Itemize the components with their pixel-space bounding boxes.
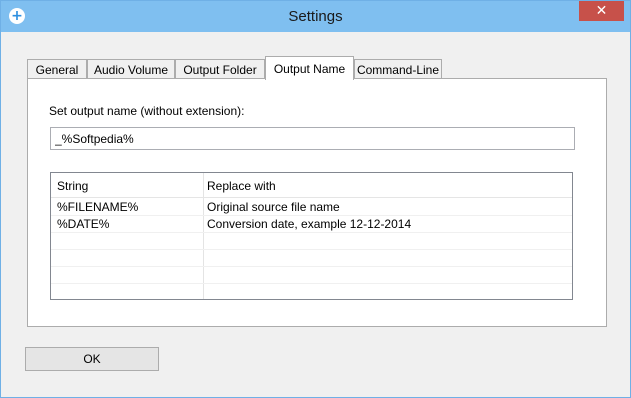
output-name-panel: Set output name (without extension): Str… [27,78,607,327]
row-replace-with: Conversion date, example 12-12-2014 [207,217,412,231]
output-name-input[interactable] [50,127,575,150]
dialog-body: General Audio Volume Output Folder Outpu… [8,32,623,390]
row-string: %DATE% [57,217,110,231]
column-header-string[interactable]: String [57,179,88,193]
table-row[interactable]: %DATE% Conversion date, example 12-12-20… [51,215,572,233]
close-button[interactable]: ✕ [579,1,624,21]
empty-row [51,249,572,267]
tab-general[interactable]: General [27,59,87,79]
tab-output-name[interactable]: Output Name [265,56,354,80]
output-name-label: Set output name (without extension): [49,104,245,118]
table-row[interactable]: %FILENAME% Original source file name [51,198,572,216]
empty-row [51,232,572,250]
column-header-replace-with[interactable]: Replace with [207,179,276,193]
replacement-table: String Replace with %FILENAME% Original … [50,172,573,300]
row-replace-with: Original source file name [207,200,340,214]
tab-command-line[interactable]: Command-Line [354,59,442,79]
settings-window: + Settings ✕ General Audio Volume Output… [0,0,631,398]
title-bar[interactable]: + Settings ✕ [1,1,630,32]
window-title: Settings [288,8,343,25]
tab-audio-volume[interactable]: Audio Volume [87,59,175,79]
ok-button[interactable]: OK [25,347,159,371]
tab-output-folder[interactable]: Output Folder [175,59,265,79]
table-header: String Replace with [51,173,572,198]
empty-row [51,266,572,284]
row-string: %FILENAME% [57,200,139,214]
